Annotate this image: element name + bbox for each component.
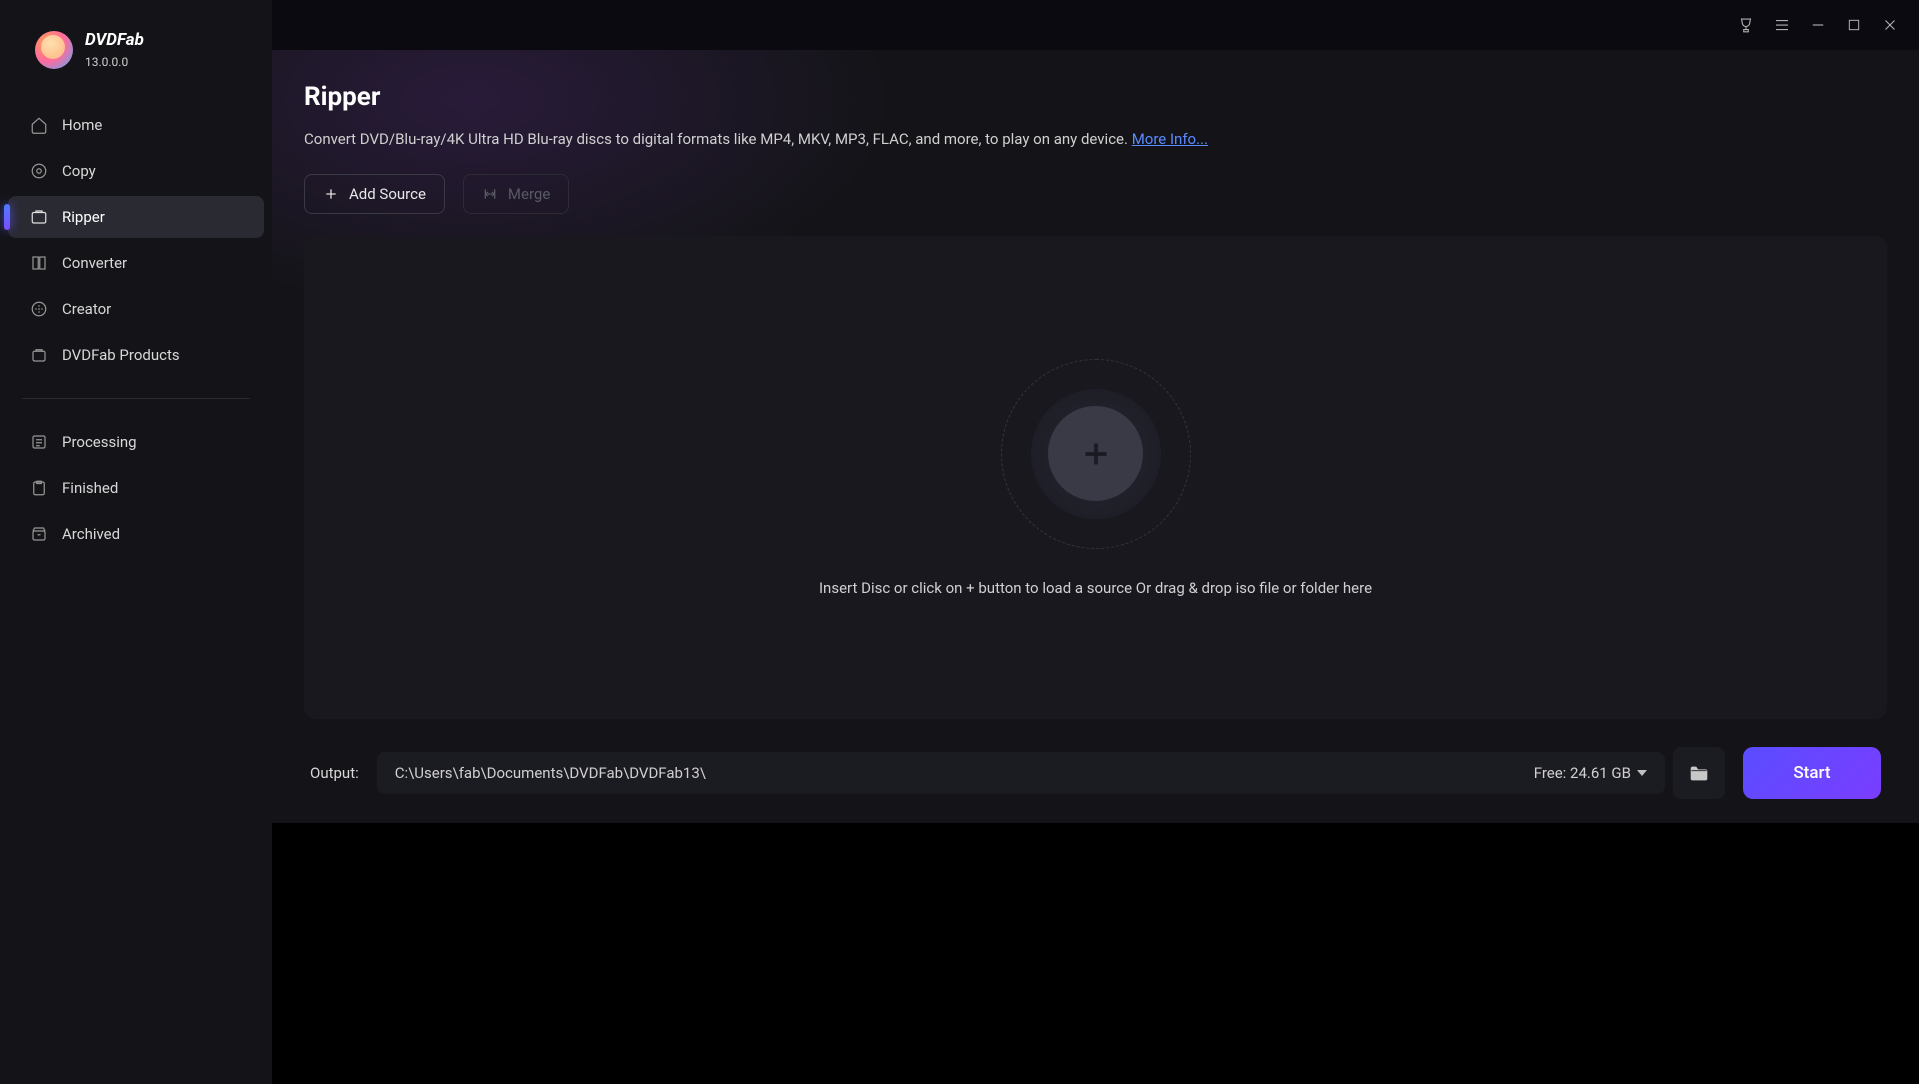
nav-section-status: Processing Finished Archived	[0, 411, 272, 565]
sidebar-item-products[interactable]: DVDFab Products	[8, 334, 264, 376]
sidebar-item-converter[interactable]: Converter	[8, 242, 264, 284]
sidebar-item-label: Ripper	[62, 208, 105, 226]
free-space-text: Free: 24.61 GB	[1534, 764, 1631, 782]
main-area: Ripper Convert DVD/Blu-ray/4K Ultra HD B…	[272, 0, 1919, 1084]
sidebar-divider	[22, 398, 250, 399]
sidebar-item-ripper[interactable]: Ripper	[8, 196, 264, 238]
sidebar-item-processing[interactable]: Processing	[8, 421, 264, 463]
add-source-label: Add Source	[349, 185, 426, 203]
menu-icon[interactable]	[1773, 16, 1791, 34]
products-icon	[30, 346, 48, 364]
creator-icon	[30, 300, 48, 318]
output-path: C:\Users\fab\Documents\DVDFab\DVDFab13\	[395, 764, 706, 782]
add-source-button[interactable]: Add Source	[304, 174, 445, 214]
dropzone[interactable]: Insert Disc or click on + button to load…	[304, 236, 1887, 719]
titlebar	[272, 0, 1919, 50]
home-icon	[30, 116, 48, 134]
start-button[interactable]: Start	[1743, 747, 1881, 799]
merge-button[interactable]: Merge	[463, 174, 569, 214]
logo-text: DVDFab 13.0.0.0	[85, 30, 144, 69]
sidebar: DVDFab 13.0.0.0 Home Copy Ripper	[0, 0, 272, 1084]
start-label: Start	[1793, 763, 1830, 783]
chevron-down-icon	[1637, 770, 1647, 776]
more-info-link[interactable]: More Info...	[1132, 130, 1208, 148]
logo-area: DVDFab 13.0.0.0	[0, 20, 272, 94]
output-folder-button[interactable]	[1673, 747, 1725, 799]
archived-icon	[30, 525, 48, 543]
finished-icon	[30, 479, 48, 497]
output-label: Output:	[310, 764, 359, 782]
sidebar-item-home[interactable]: Home	[8, 104, 264, 146]
close-icon[interactable]	[1881, 16, 1899, 34]
page-description: Convert DVD/Blu-ray/4K Ultra HD Blu-ray …	[304, 130, 1887, 148]
dropzone-plus-mid	[1031, 389, 1161, 519]
output-path-box[interactable]: C:\Users\fab\Documents\DVDFab\DVDFab13\ …	[377, 752, 1665, 794]
sidebar-item-label: Converter	[62, 254, 127, 272]
page-title: Ripper	[304, 82, 1887, 112]
sidebar-item-copy[interactable]: Copy	[8, 150, 264, 192]
app-version: 13.0.0.0	[85, 55, 144, 69]
sidebar-item-label: Copy	[62, 162, 96, 180]
content-area: Ripper Convert DVD/Blu-ray/4K Ultra HD B…	[272, 50, 1919, 823]
merge-icon	[482, 186, 498, 202]
app-logo-icon	[35, 31, 73, 69]
action-row: Add Source Merge	[304, 174, 1887, 214]
sidebar-item-label: Creator	[62, 300, 111, 318]
dropzone-plus-outer	[1001, 359, 1191, 549]
sidebar-item-finished[interactable]: Finished	[8, 467, 264, 509]
free-space[interactable]: Free: 24.61 GB	[1534, 764, 1647, 782]
sidebar-item-label: Home	[62, 116, 102, 134]
dropzone-hint: Insert Disc or click on + button to load…	[819, 579, 1372, 597]
maximize-icon[interactable]	[1845, 16, 1863, 34]
sidebar-item-archived[interactable]: Archived	[8, 513, 264, 555]
sidebar-item-creator[interactable]: Creator	[8, 288, 264, 330]
page-desc-text: Convert DVD/Blu-ray/4K Ultra HD Blu-ray …	[304, 130, 1132, 148]
nav-section-main: Home Copy Ripper Converter Creator	[0, 94, 272, 386]
sidebar-item-label: Finished	[62, 479, 118, 497]
merge-label: Merge	[508, 185, 550, 203]
minimize-icon[interactable]	[1809, 16, 1827, 34]
ripper-icon	[30, 208, 48, 226]
bottom-blank	[272, 823, 1919, 1084]
sidebar-item-label: Processing	[62, 433, 137, 451]
sidebar-item-label: DVDFab Products	[62, 346, 180, 364]
sidebar-item-label: Archived	[62, 525, 120, 543]
plus-icon	[323, 186, 339, 202]
converter-icon	[30, 254, 48, 272]
copy-icon	[30, 162, 48, 180]
feedback-icon[interactable]	[1737, 16, 1755, 34]
app-title: DVDFab	[85, 30, 144, 50]
processing-icon	[30, 433, 48, 451]
output-row: Output: C:\Users\fab\Documents\DVDFab\DV…	[304, 747, 1887, 799]
dropzone-plus-button[interactable]	[1048, 406, 1143, 501]
